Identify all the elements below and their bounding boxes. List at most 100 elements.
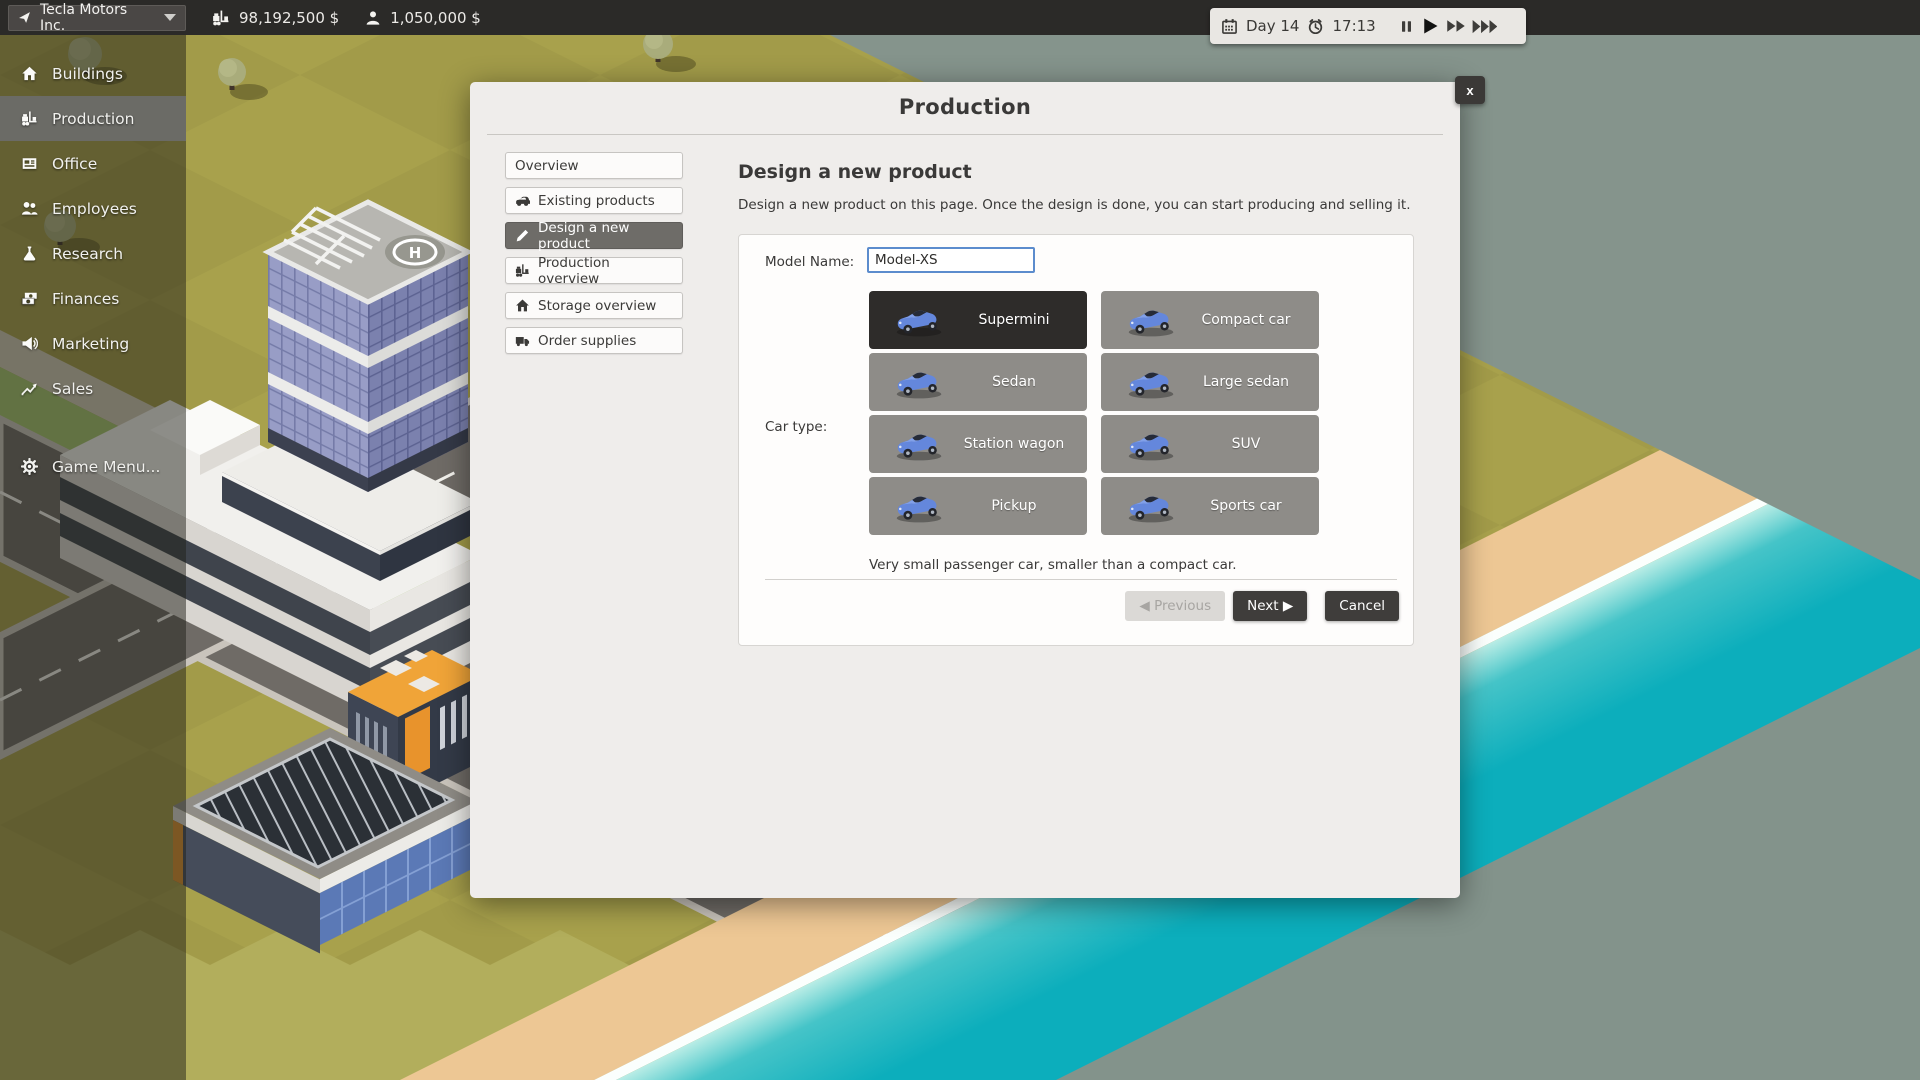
sidebar-item-marketing[interactable]: Marketing <box>0 321 186 366</box>
game-screen: H Buildings Production <box>0 0 1920 1080</box>
tab-design-a-new-product[interactable]: Design a new product <box>505 222 683 249</box>
tab-label: Order supplies <box>538 333 636 349</box>
pause-icon <box>1399 19 1414 34</box>
car-icon <box>1123 364 1181 400</box>
gear-icon <box>21 458 38 475</box>
forklift-icon <box>212 9 230 27</box>
car-type-pickup[interactable]: Pickup <box>869 477 1087 535</box>
car-type-name: Pickup <box>955 498 1079 514</box>
person-icon <box>365 10 381 26</box>
personal-funds-value: 1,050,000 $ <box>390 9 481 27</box>
car-icon <box>515 193 530 208</box>
home-icon <box>21 65 38 82</box>
page-description: Design a new product on this page. Once … <box>738 197 1440 213</box>
fast-forward-icon <box>1446 16 1466 36</box>
car-type-description: Very small passenger car, smaller than a… <box>869 557 1237 573</box>
car-icon <box>891 426 949 462</box>
car-type-supermini[interactable]: Supermini <box>869 291 1087 349</box>
company-funds: 98,192,500 $ <box>212 9 339 27</box>
car-icon <box>891 364 949 400</box>
people-icon <box>21 200 38 217</box>
time-panel: Day 14 17:13 <box>1210 8 1526 44</box>
forklift-icon <box>21 110 38 127</box>
time-label: 17:13 <box>1332 17 1375 35</box>
tab-label: Production overview <box>538 255 673 287</box>
megaphone-icon <box>21 335 38 352</box>
sidebar-item-production[interactable]: Production <box>0 96 186 141</box>
sidebar: Buildings Production Office Employees Re… <box>0 0 186 1080</box>
next-button[interactable]: Next ▶ <box>1233 591 1307 621</box>
sidebar-item-label: Finances <box>52 290 119 308</box>
car-type-name: Compact car <box>1187 312 1311 328</box>
day-label: Day 14 <box>1246 17 1299 35</box>
tab-label: Storage overview <box>538 298 656 314</box>
top-bar: Tecla Motors Inc. 98,192,500 $ 1,050,000… <box>0 0 1920 35</box>
tab-order-supplies[interactable]: Order supplies <box>505 327 683 354</box>
truck-icon <box>515 333 530 348</box>
sidebar-item-employees[interactable]: Employees <box>0 186 186 231</box>
tab-existing-products[interactable]: Existing products <box>505 187 683 214</box>
chart-icon <box>21 380 38 397</box>
clock-icon <box>1307 18 1324 35</box>
close-button[interactable]: x <box>1455 76 1485 104</box>
car-type-label: Car type: <box>765 419 827 435</box>
time-control-fast-forward[interactable] <box>1443 16 1469 36</box>
car-type-sports-car[interactable]: Sports car <box>1101 477 1319 535</box>
forklift-icon <box>515 263 530 278</box>
game-menu-label: Game Menu... <box>52 458 160 476</box>
divider <box>765 579 1397 580</box>
sidebar-item-sales[interactable]: Sales <box>0 366 186 411</box>
car-type-name: Sports car <box>1187 498 1311 514</box>
car-type-large-sedan[interactable]: Large sedan <box>1101 353 1319 411</box>
tab-storage-overview[interactable]: Storage overview <box>505 292 683 319</box>
time-control-play[interactable] <box>1417 16 1443 36</box>
production-dialog: Production x Overview Existing products … <box>470 82 1460 898</box>
game-menu-button[interactable]: Game Menu... <box>0 444 186 489</box>
time-control-fastest-forward[interactable] <box>1469 14 1500 39</box>
sidebar-item-label: Employees <box>52 200 137 218</box>
sidebar-item-finances[interactable]: Finances <box>0 276 186 321</box>
car-icon <box>891 302 949 338</box>
company-name: Tecla Motors Inc. <box>40 2 155 34</box>
car-type-name: Supermini <box>955 312 1079 328</box>
car-type-compact-car[interactable]: Compact car <box>1101 291 1319 349</box>
model-name-input[interactable] <box>867 247 1035 273</box>
car-icon <box>891 488 949 524</box>
tab-overview[interactable]: Overview <box>505 152 683 179</box>
car-type-sedan[interactable]: Sedan <box>869 353 1087 411</box>
car-type-name: SUV <box>1187 436 1311 452</box>
car-icon <box>1123 302 1181 338</box>
home-icon <box>515 298 530 313</box>
car-type-grid: Supermini Compact car Sedan Large sedan … <box>869 291 1319 535</box>
cancel-button[interactable]: Cancel <box>1325 591 1399 621</box>
money-icon <box>21 290 38 307</box>
dialog-content: Design a new product Design a new produc… <box>738 135 1440 213</box>
company-dropdown[interactable]: Tecla Motors Inc. <box>8 5 186 31</box>
car-type-station-wagon[interactable]: Station wagon <box>869 415 1087 473</box>
tab-production-overview[interactable]: Production overview <box>505 257 683 284</box>
car-icon <box>1123 488 1181 524</box>
sidebar-item-label: Marketing <box>52 335 129 353</box>
previous-button[interactable]: ◀ Previous <box>1125 591 1225 621</box>
sidebar-item-buildings[interactable]: Buildings <box>0 51 186 96</box>
tab-label: Design a new product <box>538 220 673 252</box>
dialog-title: Production <box>487 82 1443 119</box>
fastest-forward-icon <box>1472 14 1497 39</box>
play-icon <box>1420 16 1440 36</box>
car-type-suv[interactable]: SUV <box>1101 415 1319 473</box>
send-icon <box>18 11 31 24</box>
sidebar-item-office[interactable]: Office <box>0 141 186 186</box>
company-funds-value: 98,192,500 $ <box>239 9 339 27</box>
calendar-icon <box>1221 18 1238 35</box>
sidebar-item-label: Buildings <box>52 65 123 83</box>
time-control-pause[interactable] <box>1384 19 1417 34</box>
model-name-label: Model Name: <box>765 254 854 270</box>
page-title: Design a new product <box>738 161 1440 183</box>
car-type-name: Sedan <box>955 374 1079 390</box>
newspaper-icon <box>21 155 38 172</box>
flask-icon <box>21 245 38 262</box>
sidebar-item-label: Research <box>52 245 123 263</box>
sidebar-item-label: Office <box>52 155 97 173</box>
wizard-buttons: ◀ Previous Next ▶ Cancel <box>1125 591 1399 621</box>
sidebar-item-research[interactable]: Research <box>0 231 186 276</box>
